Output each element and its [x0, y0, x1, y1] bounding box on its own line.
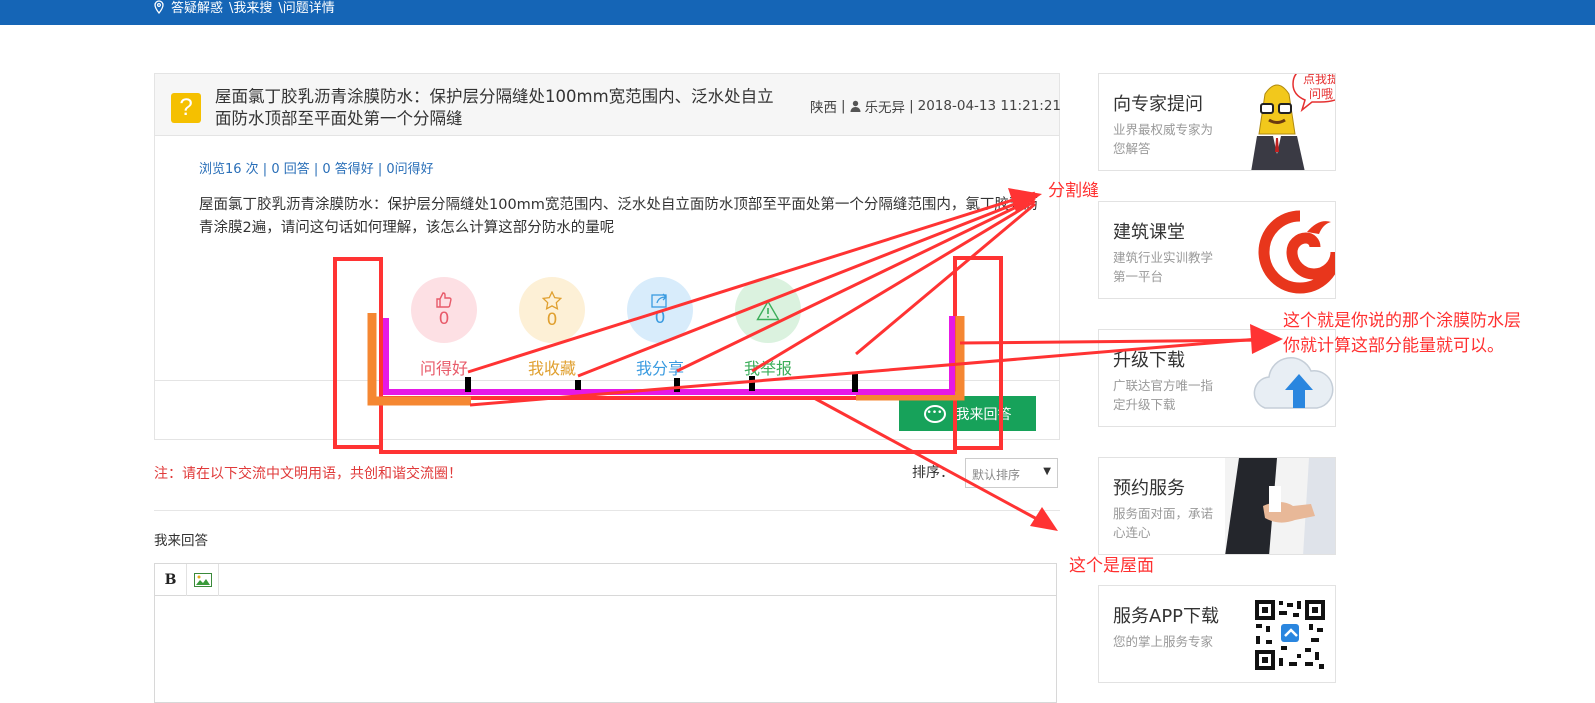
annotation-membrane-label: 这个就是你说的那个涂膜防水层 你就计算这部分能量就可以。: [1283, 309, 1521, 359]
sort-dropdown[interactable]: 默认排序 ▼: [965, 458, 1058, 488]
like-action[interactable]: 0 问得好: [411, 277, 477, 379]
bold-button[interactable]: B: [155, 563, 187, 596]
question-header: ? 屋面氯丁胶乳沥青涂膜防水：保护层分隔缝处100mm宽范围内、泛水处自立面防水…: [155, 74, 1061, 136]
sidebar-card-classroom[interactable]: 建筑课堂 建筑行业实训教学第一平台: [1098, 201, 1336, 299]
sidebar-card-title: 建筑课堂: [1113, 222, 1185, 243]
sidebar-card-app[interactable]: 服务APP下载 您的掌上服务专家: [1098, 585, 1336, 683]
question-body: 屋面氯丁胶乳沥青涂膜防水：保护层分隔缝处100mm宽范围内、泛水处自立面防水顶部…: [199, 197, 1038, 236]
sidebar-card-desc: 广联达官方唯一指定升级下载: [1113, 378, 1214, 412]
my-answer-heading: 我来回答: [154, 533, 208, 549]
ask-badge-text: 点我提问哦: [1302, 73, 1336, 101]
question-datetime: 2018-04-13 11:21:21: [917, 98, 1062, 114]
meta-separator: |: [909, 98, 914, 114]
question-title: 屋面氯丁胶乳沥青涂膜防水：保护层分隔缝处100mm宽范围内、泛水处自立面防水顶部…: [215, 87, 774, 128]
card-divider: [155, 380, 1059, 381]
warning-icon: [756, 299, 780, 320]
question-card: ? 屋面氯丁胶乳沥青涂膜防水：保护层分隔缝处100mm宽范围内、泛水处自立面防水…: [154, 73, 1061, 440]
sort-label: 排序：: [912, 465, 954, 481]
user-icon: [850, 100, 861, 112]
sidebar-card-ask-expert[interactable]: 向专家提问 业界最权威专家为您解答 点我提问哦: [1098, 73, 1336, 171]
report-label: 我举报: [743, 359, 792, 378]
breadcrumb-item-qa[interactable]: 答疑解惑: [171, 0, 223, 16]
dropdown-arrow-icon: ▼: [1043, 466, 1051, 477]
sidebar-card-desc: 业界最权威专家为您解答: [1113, 122, 1214, 156]
like-count: 0: [438, 309, 450, 329]
breadcrumb: 答疑解惑 \我来搜 \问题详情: [153, 0, 335, 16]
sort-value: 默认排序: [972, 468, 1021, 482]
share-label: 我分享: [635, 359, 684, 378]
annotation-joint-label: 分割缝: [1048, 181, 1099, 201]
discussion-notice: 注：请在以下交流中文明用语，共创和谐交流圈！: [154, 466, 462, 482]
favorite-label: 我收藏: [527, 359, 576, 378]
sidebar-card-title: 向专家提问: [1113, 94, 1203, 115]
sidebar-card-title: 预约服务: [1113, 478, 1185, 499]
share-icon: [651, 293, 667, 308]
sidebar-card-desc: 您的掌上服务专家: [1113, 634, 1214, 649]
sidebar-card-desc: 服务面对面，承诺心连心: [1113, 506, 1214, 540]
insert-image-button[interactable]: [187, 563, 219, 596]
annotation-roof-label: 这个是屋面: [1069, 556, 1154, 576]
answer-button[interactable]: ••• 我来回答: [899, 396, 1036, 431]
answer-button-label: 我来回答: [955, 406, 1012, 423]
question-region: 陕西: [810, 100, 837, 116]
chat-bubble-icon: •••: [923, 404, 946, 423]
question-author[interactable]: 乐无异: [865, 96, 906, 116]
favorite-count: 0: [546, 309, 558, 330]
classroom-logo-icon: [1258, 210, 1335, 294]
answer-editor[interactable]: B: [154, 563, 1057, 703]
annotation-membrane-line2: 你就计算这部分能量就可以。: [1283, 336, 1504, 356]
location-pin-icon: [154, 0, 164, 14]
sidebar-card-appointment[interactable]: 预约服务 服务面对面，承诺心连心: [1098, 457, 1336, 555]
handshake-icon: [1225, 458, 1335, 554]
sidebar-card-title: 升级下载: [1113, 350, 1185, 371]
like-label: 问得好: [419, 359, 468, 378]
question-meta: 陕西 | 乐无异 | 2018-04-13 11:21:21: [810, 96, 1061, 116]
question-stats: 浏览16 次 | 0 回答 | 0 答得好 | 0问得好: [199, 162, 434, 177]
star-icon: [542, 290, 562, 310]
sidebar-card-title: 服务APP下载: [1113, 606, 1220, 627]
breadcrumb-item-search[interactable]: \我来搜: [229, 0, 272, 16]
top-nav-bar: 答疑解惑 \我来搜 \问题详情: [0, 0, 1595, 25]
qr-code-icon: [1253, 598, 1327, 672]
image-icon: [193, 572, 212, 587]
share-action[interactable]: 0 我分享: [627, 277, 693, 379]
favorite-action[interactable]: 0 我收藏: [519, 277, 585, 379]
section-divider: [154, 510, 1060, 511]
annotation-membrane-line1: 这个就是你说的那个涂膜防水层: [1283, 311, 1521, 331]
thumbs-up-icon: [436, 292, 452, 308]
share-count: 0: [654, 308, 666, 328]
question-mark-icon: ?: [171, 93, 201, 123]
breadcrumb-item-detail: \问题详情: [278, 1, 335, 16]
editor-toolbar: B: [155, 563, 1056, 596]
question-actions: 0 问得好 0 我收藏 0 我分享 我举报: [411, 277, 811, 387]
sidebar-card-desc: 建筑行业实训教学第一平台: [1113, 250, 1214, 284]
report-action[interactable]: 我举报: [735, 277, 801, 379]
meta-separator: |: [841, 98, 846, 114]
